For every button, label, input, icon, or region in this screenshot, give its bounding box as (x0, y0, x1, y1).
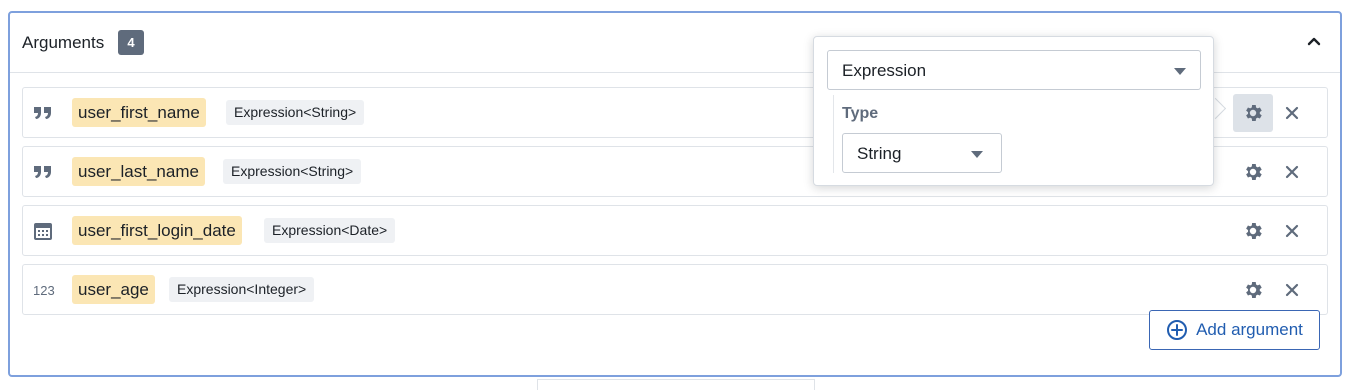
type-select[interactable]: String (842, 133, 1002, 173)
remove-argument-button[interactable] (1281, 161, 1303, 183)
settings-button[interactable] (1233, 271, 1273, 309)
bottom-panel-edge (537, 379, 815, 390)
chevron-up-icon (1307, 37, 1321, 46)
argument-type-tag: Expression<String> (226, 100, 365, 125)
settings-button[interactable] (1233, 94, 1273, 132)
argument-name[interactable]: user_first_name (72, 98, 206, 127)
type-label: Type (842, 105, 879, 122)
quote-icon (33, 102, 61, 124)
number-icon: 123 (33, 282, 55, 298)
argument-type-tag: Expression<Integer> (169, 277, 315, 302)
remove-argument-button[interactable] (1281, 279, 1303, 301)
quote-icon (33, 161, 61, 183)
calendar-icon (33, 220, 61, 242)
close-icon (1285, 165, 1299, 179)
close-icon (1285, 106, 1299, 120)
remove-argument-button[interactable] (1281, 102, 1303, 124)
add-argument-button[interactable]: Add argument (1149, 310, 1320, 350)
gear-icon (1246, 105, 1262, 121)
popover-divider (833, 95, 834, 173)
argument-name[interactable]: user_last_name (72, 157, 205, 186)
argument-name[interactable]: user_age (72, 275, 155, 304)
gear-icon (1246, 282, 1262, 298)
add-circle-icon (1167, 320, 1188, 340)
settings-button[interactable] (1233, 212, 1273, 250)
caret-down-icon (971, 151, 983, 158)
argument-count-badge: 4 (118, 30, 144, 55)
panel-title: Arguments (22, 33, 105, 52)
argument-row: user_first_login_date Expression<Date> (22, 205, 1328, 256)
close-icon (1285, 283, 1299, 297)
remove-argument-button[interactable] (1281, 220, 1303, 242)
argument-settings-popover: Expression Type String (813, 36, 1214, 186)
mode-select-value: Expression (842, 61, 927, 80)
type-select-value: String (857, 144, 902, 163)
argument-name[interactable]: user_first_login_date (72, 216, 242, 245)
argument-row: 123 user_age Expression<Integer> (22, 264, 1328, 315)
settings-button[interactable] (1233, 153, 1273, 191)
mode-select[interactable]: Expression (827, 50, 1201, 90)
caret-down-icon (1174, 68, 1186, 75)
gear-icon (1246, 223, 1262, 239)
add-argument-label: Add argument (1196, 320, 1303, 339)
close-icon (1285, 224, 1299, 238)
argument-type-tag: Expression<String> (223, 159, 362, 184)
argument-type-tag: Expression<Date> (264, 218, 396, 243)
collapse-button[interactable] (1304, 31, 1324, 51)
gear-icon (1246, 164, 1262, 180)
